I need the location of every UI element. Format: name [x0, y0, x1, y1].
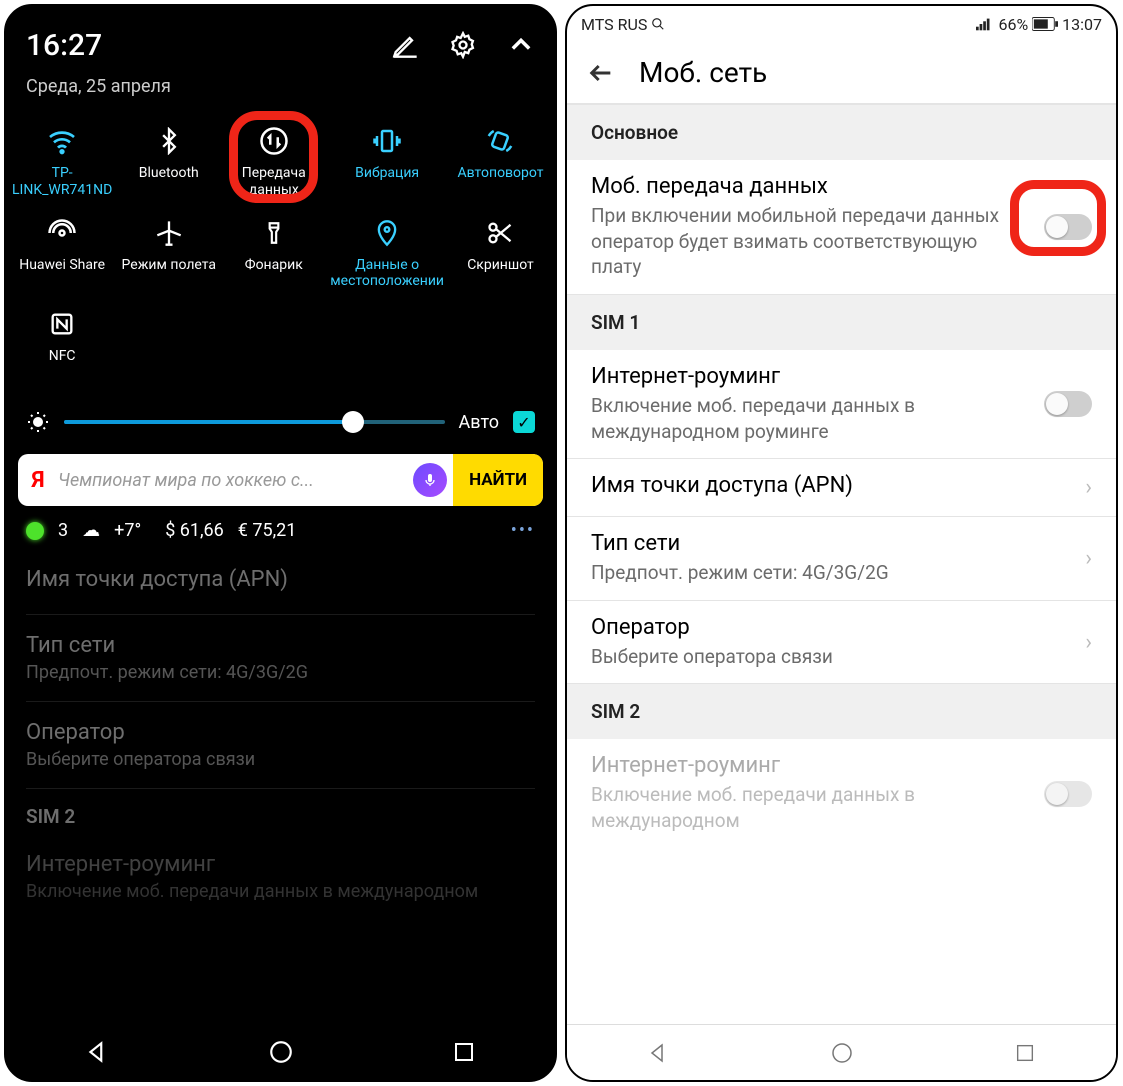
more-icon[interactable]: ••• — [511, 520, 535, 541]
tile-wifi[interactable]: TP-LINK_WR741ND — [10, 117, 114, 205]
edit-icon[interactable] — [391, 31, 419, 59]
sim2-header: SIM 2 — [26, 789, 535, 834]
find-button[interactable]: НАЙТИ — [453, 454, 543, 506]
tile-bluetooth[interactable]: Bluetooth — [118, 117, 219, 205]
clock: 16:27 — [26, 28, 102, 63]
auto-brightness-checkbox[interactable]: ✓ — [513, 411, 535, 433]
quick-settings-screen: 16:27 Среда, 25 апреля TP-LINK_WR741ND B… — [4, 4, 557, 1082]
status-dot-icon — [26, 522, 44, 540]
notification-count: 3 — [58, 520, 68, 541]
section-sim1: SIM 1 — [567, 295, 1116, 350]
roaming2-row: Интернет-роуминг Включение моб. передачи… — [567, 739, 1116, 847]
mobile-data-row[interactable]: Моб. передача данных При включении мобил… — [567, 160, 1116, 295]
wifi-icon — [44, 123, 80, 159]
brightness-thumb[interactable] — [342, 411, 364, 433]
rotate-icon — [482, 123, 518, 159]
search-input[interactable]: Чемпионат мира по хоккею с... — [58, 470, 407, 491]
roaming-row[interactable]: Интернет-роуминг Включение моб. передачи… — [567, 350, 1116, 459]
brightness-slider[interactable]: Авто ✓ — [6, 396, 555, 448]
chevron-right-icon: › — [1085, 546, 1092, 571]
nav-home-icon[interactable] — [830, 1041, 854, 1065]
search-icon — [651, 17, 665, 31]
location-icon — [369, 215, 405, 251]
share-icon — [44, 215, 80, 251]
tile-location[interactable]: Данные о местоположении — [328, 209, 446, 297]
nav-home-icon[interactable] — [268, 1039, 294, 1065]
status-bar: 16:27 — [6, 6, 555, 76]
roaming-toggle[interactable] — [1044, 391, 1092, 417]
tile-airplane[interactable]: Режим полета — [118, 209, 219, 297]
section-sim2: SIM 2 — [567, 684, 1116, 739]
eur-rate: € 75,21 — [238, 520, 297, 541]
bluetooth-icon — [151, 123, 187, 159]
nfc-icon — [44, 306, 80, 342]
highlight-annotation — [229, 111, 318, 203]
usd-rate: $ 61,66 — [165, 520, 224, 541]
page-header: Моб. сеть — [567, 42, 1116, 105]
apn-row[interactable]: Имя точки доступа (APN) — [26, 549, 535, 615]
operator-row[interactable]: Оператор Выберите оператора связи › — [567, 601, 1116, 685]
status-bar: MTS RUS 66% 13:07 — [567, 6, 1116, 42]
tile-huawei-share[interactable]: Huawei Share — [10, 209, 114, 297]
nav-recent-icon[interactable] — [452, 1040, 476, 1064]
dimmed-background-settings: Имя точки доступа (APN) Тип сети Предпоч… — [6, 549, 555, 920]
battery-pct: 66% — [998, 15, 1028, 34]
tile-autorotate[interactable]: Автоповорот — [450, 117, 551, 205]
highlight-annotation — [1010, 180, 1106, 256]
yandex-logo-icon: Я — [18, 468, 58, 493]
nav-bar — [6, 1024, 555, 1080]
signal-icon — [976, 17, 994, 31]
tile-mobile-data[interactable]: Передача данных — [223, 117, 324, 205]
chevron-right-icon: › — [1085, 630, 1092, 655]
network-type-row[interactable]: Тип сети Предпочт. режим сети: 4G/3G/2G — [26, 615, 535, 702]
roaming2-toggle — [1044, 781, 1092, 807]
roaming-row[interactable]: Интернет-роуминг Включение моб. передачи… — [26, 834, 535, 920]
voice-mic-icon[interactable] — [413, 463, 447, 497]
tile-flashlight[interactable]: Фонарик — [223, 209, 324, 297]
network-type-row[interactable]: Тип сети Предпочт. режим сети: 4G/3G/2G … — [567, 517, 1116, 601]
weather-temp: +7° — [114, 520, 141, 541]
mobile-network-settings-screen: MTS RUS 66% 13:07 Моб. сеть Основное Моб… — [565, 4, 1118, 1082]
page-title: Моб. сеть — [639, 56, 767, 89]
plane-icon — [151, 215, 187, 251]
yandex-search-bar[interactable]: Я Чемпионат мира по хоккею с... НАЙТИ — [18, 454, 543, 506]
battery-icon — [1032, 17, 1058, 31]
auto-brightness-label: Авто — [459, 412, 499, 433]
operator-row[interactable]: Оператор Выберите оператора связи — [26, 702, 535, 789]
clock: 13:07 — [1062, 15, 1102, 34]
tile-vibrate[interactable]: Вибрация — [328, 117, 446, 205]
nav-bar — [567, 1024, 1116, 1080]
tile-nfc[interactable]: NFC — [10, 300, 114, 386]
sun-icon — [26, 410, 50, 434]
back-arrow-icon[interactable] — [587, 59, 615, 87]
nav-recent-icon[interactable] — [1014, 1042, 1036, 1064]
gear-icon[interactable] — [449, 31, 477, 59]
panel-actions — [391, 31, 535, 59]
nav-back-icon[interactable] — [647, 1041, 671, 1065]
apn-row[interactable]: Имя точки доступа (APN) › — [567, 459, 1116, 517]
carrier-label: MTS RUS — [581, 15, 647, 34]
section-main: Основное — [567, 105, 1116, 160]
vibrate-icon — [369, 123, 405, 159]
chevron-right-icon: › — [1085, 475, 1092, 500]
tile-screenshot[interactable]: Скриншот — [450, 209, 551, 297]
brightness-track[interactable] — [64, 420, 445, 424]
cloud-icon: ☁ — [82, 520, 100, 541]
date-label: Среда, 25 апреля — [6, 76, 555, 107]
info-widget-bar[interactable]: 3 ☁ +7° $ 61,66 € 75,21 ••• — [6, 512, 555, 549]
flashlight-icon — [256, 215, 292, 251]
nav-back-icon[interactable] — [85, 1039, 111, 1065]
chevron-up-icon[interactable] — [507, 31, 535, 59]
scissors-icon — [482, 215, 518, 251]
quick-tiles-grid: TP-LINK_WR741ND Bluetooth Передача данны… — [6, 107, 555, 396]
